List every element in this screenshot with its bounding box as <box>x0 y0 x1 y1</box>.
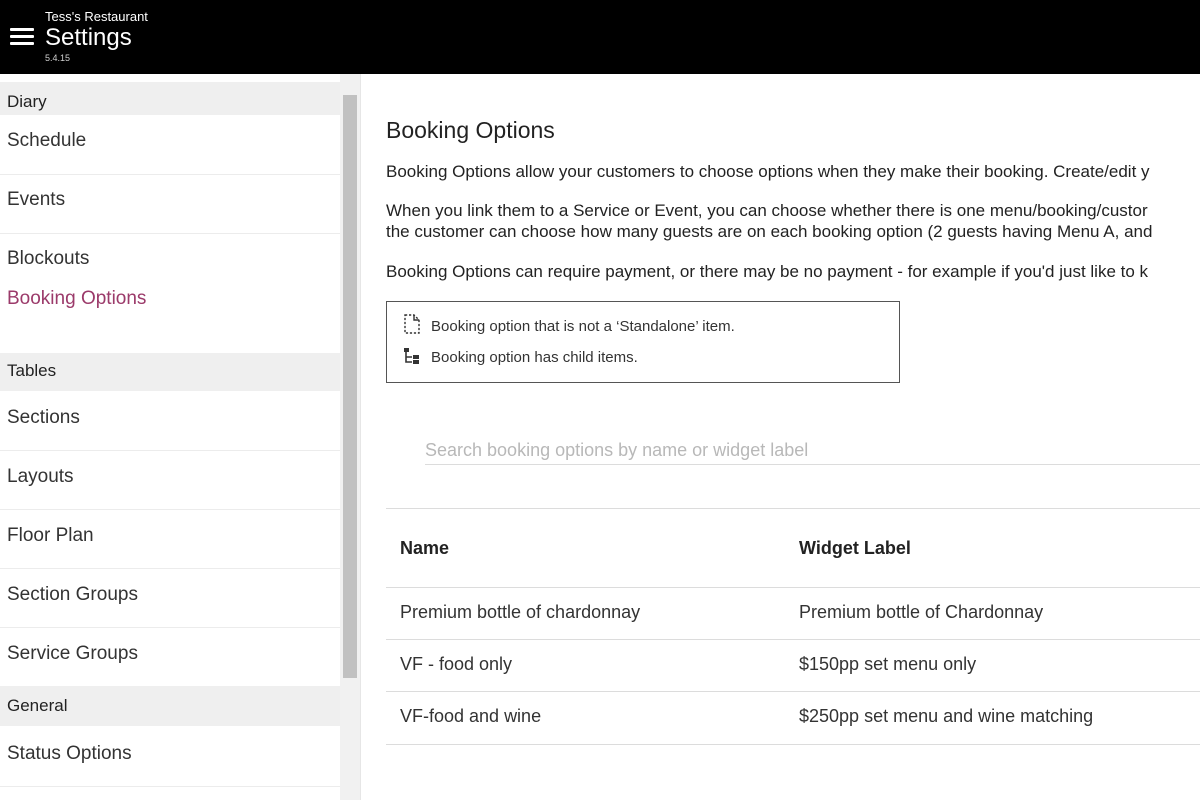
table-top-border <box>386 508 1200 509</box>
search-input[interactable] <box>425 436 1200 465</box>
app-version: 5.4.15 <box>45 53 71 63</box>
legend-child-items-text: Booking option has child items. <box>431 349 638 366</box>
cell-widget-label: $250pp set menu and wine matching <box>799 706 1094 726</box>
payment-paragraph: Booking Options can require payment, or … <box>386 262 1149 281</box>
column-header-name[interactable]: Name <box>400 538 449 559</box>
cell-widget-label: Premium bottle of Chardonnay <box>799 602 1044 622</box>
link-paragraph-line-1: When you link them to a Service or Event… <box>386 201 1148 220</box>
column-header-widget-label[interactable]: Widget Label <box>799 538 911 559</box>
sidebar-scrollbar[interactable] <box>340 74 361 800</box>
sidebar-scrollbar-thumb[interactable] <box>343 95 357 678</box>
sidebar-section-tables: Tables <box>0 353 340 391</box>
dashed-document-icon <box>403 314 421 334</box>
cell-name: Premium bottle of chardonnay <box>400 602 641 622</box>
sidebar-item-layouts[interactable]: Layouts <box>0 466 340 488</box>
sidebar-item-floor-plan[interactable]: Floor Plan <box>0 525 340 547</box>
sidebar-divider <box>0 627 340 628</box>
sidebar-divider <box>0 174 340 175</box>
sidebar-item-status-options[interactable]: Status Options <box>0 743 340 765</box>
sidebar-item-booking-options[interactable]: Booking Options <box>0 288 340 310</box>
sidebar-item-blockouts[interactable]: Blockouts <box>0 248 340 270</box>
sidebar-section-diary: Diary <box>0 82 340 115</box>
booking-options-panel: Booking Options Booking Options allow yo… <box>361 74 1200 800</box>
sidebar-item-schedule[interactable]: Schedule <box>0 130 340 152</box>
restaurant-name: Tess's Restaurant <box>45 9 148 24</box>
sidebar-divider <box>0 509 340 510</box>
table-row[interactable]: VF-food and wine $250pp set menu and win… <box>386 691 1200 745</box>
hamburger-menu-icon[interactable] <box>10 28 34 48</box>
cell-widget-label: $150pp set menu only <box>799 654 977 674</box>
sidebar-section-general: General <box>0 686 340 726</box>
top-app-bar: Tess's Restaurant Settings 5.4.15 <box>0 0 1200 74</box>
table-row[interactable]: Premium bottle of chardonnay Premium bot… <box>386 587 1200 640</box>
sidebar-item-sections[interactable]: Sections <box>0 407 340 429</box>
cell-name: VF-food and wine <box>400 706 542 726</box>
sidebar-divider <box>0 233 340 234</box>
sidebar-divider <box>0 568 340 569</box>
sidebar-divider <box>0 786 340 787</box>
table-row[interactable]: VF - food only $150pp set menu only <box>386 639 1200 692</box>
icon-legend: Booking option that is not a ‘Standalone… <box>386 301 900 383</box>
sidebar-item-section-groups[interactable]: Section Groups <box>0 584 340 606</box>
sidebar-item-service-groups[interactable]: Service Groups <box>0 643 340 665</box>
page-header-title: Settings <box>45 24 132 51</box>
cell-name: VF - food only <box>400 654 513 674</box>
settings-sidebar: Diary Schedule Events Blockouts Booking … <box>0 74 340 800</box>
link-paragraph-line-2: the customer can choose how many guests … <box>386 222 1153 241</box>
legend-standalone-text: Booking option that is not a ‘Standalone… <box>431 318 735 335</box>
sidebar-item-events[interactable]: Events <box>0 189 340 211</box>
sidebar-divider <box>0 450 340 451</box>
child-items-tree-icon <box>403 346 421 366</box>
page-title: Booking Options <box>386 117 555 143</box>
intro-paragraph: Booking Options allow your customers to … <box>386 162 1150 181</box>
